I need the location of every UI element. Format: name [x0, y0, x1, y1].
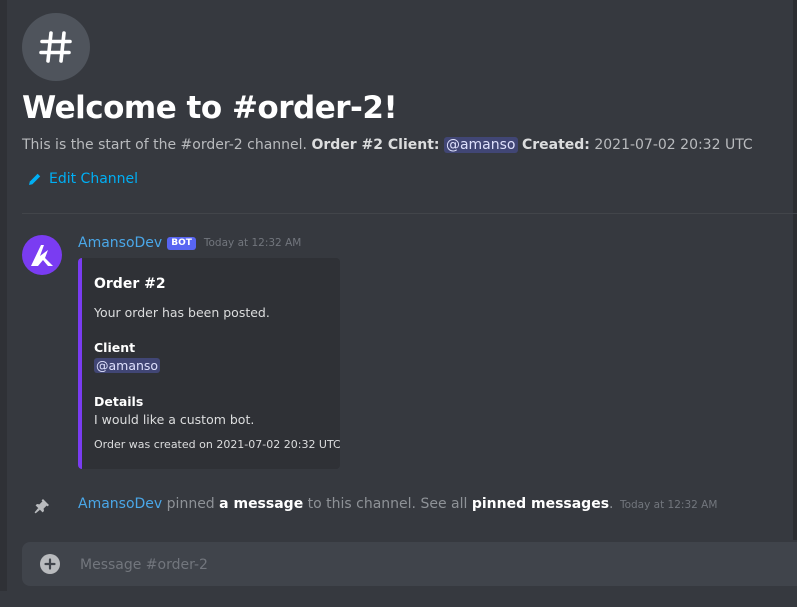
scrollbar[interactable]: [793, 0, 797, 540]
created-value: 2021-07-02 20:32 UTC: [594, 137, 753, 153]
channel-sidebar-edge: [0, 0, 7, 607]
channel-hash-badge: [22, 13, 90, 81]
hash-icon: [39, 31, 72, 63]
embed-footer: Order was created on 2021-07-02 20:32 UT…: [94, 438, 340, 451]
pin-timestamp: Today at 12:32 AM: [619, 499, 718, 511]
welcome-title: Welcome to #order-2!: [22, 90, 398, 126]
embed-field-details-value: I would like a custom bot.: [94, 412, 255, 427]
pin-text-2: to this channel. See all: [307, 496, 468, 512]
chat-view: Welcome to #order-2! This is the start o…: [0, 0, 797, 607]
pinned-messages-link[interactable]: pinned messages: [472, 496, 609, 512]
embed-client-mention[interactable]: @amanso: [94, 358, 161, 373]
pinned-message-link[interactable]: a message: [219, 496, 303, 512]
pin-notice: AmansoDev pinned a message to this chann…: [78, 496, 717, 512]
embed-description: Your order has been posted.: [94, 305, 270, 320]
pin-icon: [34, 499, 49, 514]
edit-channel-button[interactable]: Edit Channel: [28, 171, 138, 187]
pin-text-3: .: [609, 496, 614, 512]
message-composer: [22, 542, 797, 586]
channel-description: This is the start of the #order-2 channe…: [22, 137, 753, 153]
embed-field-details-name: Details: [94, 394, 144, 409]
edit-channel-label: Edit Channel: [49, 171, 139, 187]
message-input[interactable]: [78, 553, 782, 577]
created-label: Created:: [521, 137, 590, 153]
order-embed: Order #2 Your order has been posted. Cli…: [78, 258, 340, 469]
message-author[interactable]: AmansoDev: [78, 235, 162, 251]
order-client-label: Order #2 Client:: [311, 137, 440, 153]
pencil-icon: [29, 173, 41, 185]
bot-avatar-logo: [31, 245, 53, 266]
embed-field-client-name: Client: [94, 340, 136, 355]
embed-field-client-value: @amanso: [94, 358, 161, 373]
avatar[interactable]: [22, 235, 62, 275]
bot-tag: BOT: [167, 236, 196, 250]
pin-author[interactable]: AmansoDev: [78, 496, 162, 512]
client-mention[interactable]: @amanso: [443, 137, 518, 153]
message-header: AmansoDev BOT Today at 12:32 AM: [78, 235, 301, 251]
bottom-bar: [0, 591, 797, 607]
description-prefix: This is the start of the #order-2 channe…: [22, 137, 307, 153]
add-attachment-button[interactable]: [40, 554, 60, 574]
embed-title: Order #2: [94, 276, 166, 292]
pin-text-1: pinned: [166, 496, 215, 512]
divider: [22, 213, 797, 214]
embed-accent-bar: [78, 258, 82, 469]
message-timestamp: Today at 12:32 AM: [203, 237, 302, 249]
plus-circle-icon: [44, 558, 56, 570]
